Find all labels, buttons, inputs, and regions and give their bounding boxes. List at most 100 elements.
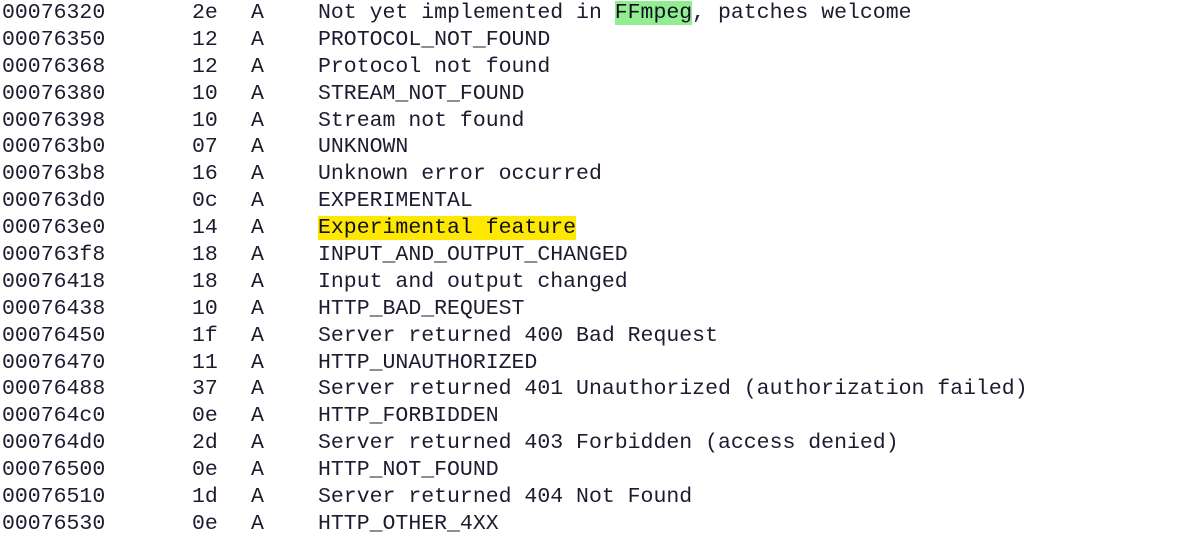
length-cell: 07	[192, 135, 218, 160]
table-row[interactable]: 000764d0 2d A Server returned 403 Forbidden…	[0, 430, 1198, 457]
string-cell: STREAM_NOT_FOUND	[318, 81, 524, 108]
type-cell: A	[251, 162, 264, 187]
string-segment: EXPERIMENTAL	[318, 189, 473, 214]
table-row[interactable]: 00076380 10 A STREAM_NOT_FOUND	[0, 81, 1198, 108]
type-cell: A	[251, 54, 264, 79]
string-segment: HTTP_BAD_REQUEST	[318, 296, 525, 321]
table-row[interactable]: 00076450 1f A Server returned 400 Bad Reque…	[0, 323, 1198, 350]
length-cell: 0c	[192, 189, 218, 214]
address-cell: 000763d0	[2, 189, 106, 214]
type-cell: A	[251, 511, 264, 536]
length-cell: 0e	[192, 458, 218, 483]
length-cell: 14	[192, 216, 218, 241]
length-cell: 16	[192, 162, 218, 187]
string-cell: EXPERIMENTAL	[318, 188, 473, 215]
string-cell: HTTP_OTHER_4XX	[318, 511, 499, 538]
address-cell: 00076380	[2, 81, 106, 106]
string-segment: Protocol not found	[318, 54, 551, 79]
length-cell: 1f	[192, 323, 218, 348]
table-row[interactable]: 00076368 12 A Protocol not found	[0, 54, 1198, 81]
type-cell: A	[251, 296, 264, 321]
table-row[interactable]: 000763b8 16 A Unknown error occurred	[0, 161, 1198, 188]
address-cell: 00076470	[2, 350, 106, 375]
string-segment: UNKNOWN	[318, 135, 409, 160]
type-cell: A	[251, 27, 264, 52]
length-cell: 10	[192, 296, 218, 321]
address-cell: 00076368	[2, 54, 106, 79]
table-row[interactable]: 00076530 0e A HTTP_OTHER_4XX	[0, 511, 1198, 538]
address-cell: 00076438	[2, 296, 106, 321]
type-cell: A	[251, 377, 264, 402]
string-segment: Server returned 403 Forbidden (access de…	[318, 431, 899, 456]
type-cell: A	[251, 323, 264, 348]
address-cell: 00076530	[2, 511, 106, 536]
string-segment: HTTP_OTHER_4XX	[318, 511, 499, 536]
string-segment: Unknown error occurred	[318, 162, 602, 187]
table-row[interactable]: 00076488 37 A Server returned 401 Unauthori…	[0, 376, 1198, 403]
address-cell: 000764c0	[2, 404, 106, 429]
string-segment: PROTOCOL_NOT_FOUND	[318, 27, 551, 52]
address-cell: 00076510	[2, 485, 106, 510]
type-cell: A	[251, 431, 264, 456]
table-row[interactable]: 000763f8 18 A INPUT_AND_OUTPUT_CHANGED	[0, 242, 1198, 269]
address-cell: 00076398	[2, 108, 106, 133]
type-cell: A	[251, 458, 264, 483]
type-cell: A	[251, 1, 264, 25]
string-cell: Server returned 404 Not Found	[318, 484, 692, 511]
length-cell: 10	[192, 81, 218, 106]
table-row[interactable]: 00076438 10 A HTTP_BAD_REQUEST	[0, 296, 1198, 323]
address-cell: 00076450	[2, 323, 106, 348]
address-cell: 000764d0	[2, 431, 106, 456]
table-row[interactable]: 00076470 11 A HTTP_UNAUTHORIZED	[0, 350, 1198, 377]
type-cell: A	[251, 81, 264, 106]
string-cell: HTTP_NOT_FOUND	[318, 457, 499, 484]
length-cell: 37	[192, 377, 218, 402]
string-cell: HTTP_BAD_REQUEST	[318, 296, 524, 323]
address-cell: 000763b8	[2, 162, 106, 187]
address-cell: 000763b0	[2, 135, 106, 160]
string-segment: Input and output changed	[318, 269, 628, 294]
type-cell: A	[251, 485, 264, 510]
table-row[interactable]: 000763b0 07 A UNKNOWN	[0, 134, 1198, 161]
type-cell: A	[251, 404, 264, 429]
length-cell: 11	[192, 350, 218, 375]
length-cell: 2e	[192, 1, 218, 25]
table-row[interactable]: 00076510 1d A Server returned 404 Not Found	[0, 484, 1198, 511]
address-cell: 000763e0	[2, 216, 106, 241]
address-cell: 00076488	[2, 377, 106, 402]
type-cell: A	[251, 216, 264, 241]
table-row[interactable]: 00076350 12 A PROTOCOL_NOT_FOUND	[0, 27, 1198, 54]
address-cell: 00076418	[2, 269, 106, 294]
length-cell: 0e	[192, 511, 218, 536]
address-cell: 00076500	[2, 458, 106, 483]
string-segment: Stream not found	[318, 108, 525, 133]
table-row[interactable]: 000764c0 0e A HTTP_FORBIDDEN	[0, 403, 1198, 430]
table-row[interactable]: 000763e0 14 A Experimental feature	[0, 215, 1198, 242]
table-row[interactable]: 00076500 0e A HTTP_NOT_FOUND	[0, 457, 1198, 484]
strings-dump-view[interactable]: 00076320 2e A Not yet implemented in FFmpeg…	[0, 0, 1198, 536]
string-cell: Experimental feature	[318, 215, 577, 242]
string-cell: Input and output changed	[318, 269, 628, 296]
type-cell: A	[251, 269, 264, 294]
string-cell: Server returned 400 Bad Request	[318, 323, 718, 350]
green-highlight: FFmpeg	[614, 1, 693, 25]
string-segment: HTTP_UNAUTHORIZED	[318, 350, 538, 375]
table-row[interactable]: 00076418 18 A Input and output changed	[0, 269, 1198, 296]
string-segment: INPUT_AND_OUTPUT_CHANGED	[318, 243, 628, 268]
string-cell: Protocol not found	[318, 54, 550, 81]
string-segment: Server returned 400 Bad Request	[318, 323, 718, 348]
type-cell: A	[251, 243, 264, 268]
table-row[interactable]: 000763d0 0c A EXPERIMENTAL	[0, 188, 1198, 215]
string-cell: HTTP_FORBIDDEN	[318, 403, 499, 430]
string-cell: Server returned 403 Forbidden (access de…	[318, 430, 899, 457]
string-cell: HTTP_UNAUTHORIZED	[318, 350, 537, 377]
table-row[interactable]: 00076398 10 A Stream not found	[0, 108, 1198, 135]
length-cell: 12	[192, 54, 218, 79]
string-cell: INPUT_AND_OUTPUT_CHANGED	[318, 242, 628, 269]
length-cell: 18	[192, 269, 218, 294]
type-cell: A	[251, 350, 264, 375]
type-cell: A	[251, 189, 264, 214]
table-row[interactable]: 00076320 2e A Not yet implemented in FFmpeg…	[0, 0, 1198, 27]
string-segment: HTTP_FORBIDDEN	[318, 404, 499, 429]
string-cell: PROTOCOL_NOT_FOUND	[318, 27, 550, 54]
